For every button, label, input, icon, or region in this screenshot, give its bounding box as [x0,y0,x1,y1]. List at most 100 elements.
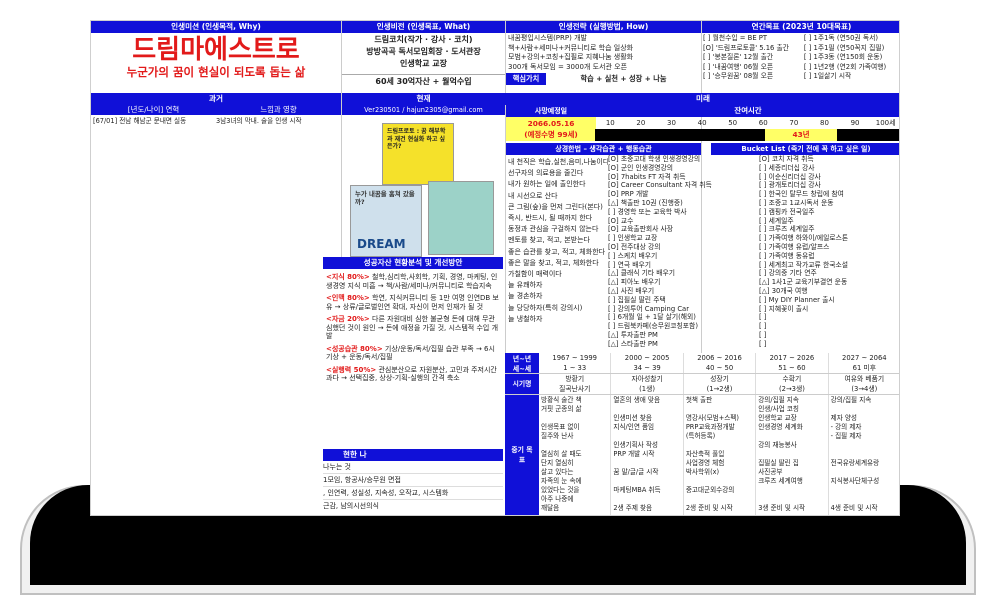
vision-lines: 드림코치(작가 · 강사 · 코치) 방방곡곡 독서모임회장 · 도서관장 인생… [342,34,505,70]
goal-line: PRP 개발 시작 [613,450,655,458]
goal-line [758,486,825,495]
era-3: 성장기 [684,374,757,384]
goal-line [541,414,608,423]
timeline-label-years: 년~년 [512,355,532,363]
goals-grid: 방황식 술간 책 거핏 군종의 삶 인생목표 없이 질주와 난사 열심히 살 때도 단지 … [539,395,899,515]
goal-line: 집필실 딸린 집 [758,459,799,467]
goal-line [686,405,753,414]
goal-line: 강의 재능봉사 [758,441,797,449]
goal-column-1: 방황식 술간 책 거핏 군종의 삶 인생목표 없이 질주와 난사 열심히 살 때도 단지 … [539,395,612,515]
bucket-item: [ ] 광개토리더십 강사 [759,181,821,190]
age-30: 30 [667,119,676,127]
bucket-item: [ ] 세계최고 작가교류 한국소설 [759,260,848,269]
past-row-impact: 3남3녀의 막내. 술을 인생 시작 [216,117,302,125]
habit-8: 멘토를 찾고, 적고, 본받는다 [508,236,590,245]
era-label: 시기명 [505,374,539,394]
goal-line [686,495,753,504]
goal-column-5: 강의/집필 지속 제자 양성 - 강의 제자 - 집필 제자 전국유랑세계유랑 지식봉사단… [829,395,899,515]
habits-list: 내 천직은 학습,실천,음미,나눔이다 선구자의 의료용을 줄긴다 내가 원하는… [508,157,608,325]
era-sub-4: (2→3생) [756,384,829,394]
goal-line: 2생 주제 찾음 [613,504,653,512]
habit-5: 큰 그림(숲)을 먼저 그린다(본다) [508,202,603,211]
goal-line: 살고 있다는 [541,468,574,476]
book-2-title: 누가 내꿈을 훔쳐 갔을까? [355,190,415,206]
current-me-line-2: 1모임, 항공사/승무원 면접 [323,474,503,487]
age-20: 20 [636,119,646,127]
strategy-lines: 내꿈평입시스템(PRP) 개발 책+사람+세미나+커뮤니티로 학습 일상화 모범… [506,33,701,73]
current-me-lines: 나누는 것 1모임, 항공사/승무원 면접 , 인연력, 성실성, 지속성, 오… [323,461,503,512]
goal-line: 자산축적 풀입 [685,450,725,458]
habit-13: 늘 경손하자 [508,292,543,301]
goal-line [831,486,898,495]
annual-goal-1: [ ] 월천수입 = BE PT [703,34,768,42]
future-header: 미래 [505,93,899,105]
past-col-year: [년도/나이] 연혁 [127,105,180,114]
habit-1: 내 천직은 학습,실천,음미,나눔이다 [508,158,608,166]
goal-line [831,468,898,477]
habit-10: 좋은 말을 찾고, 적고, 체화한다 [508,258,599,267]
goal-line [613,459,680,468]
goal-line: 크루즈 세계여행 [758,477,803,485]
habit-15: 늘 냉철하자 [508,314,543,323]
bucket-item: [ ] 지혜꽃이 출시 [759,304,809,313]
habit-7: 동정과 관심을 구걸하지 않는다 [508,225,599,234]
bucket-item: [ ] [759,339,767,348]
timeline-table: 년~년 세~세 1967 ~ 1999 2000 ~ 2005 2006 ~ 2… [505,353,899,515]
annual-goal-8: [ ] 1주3동 (연150회 운동) [803,53,883,61]
era-5: 여유와 베품기 [829,374,899,384]
vision-line-3: 인생학교 교장 [400,59,447,68]
bucket-item: [△] 책출판 10권 (진행중) [608,198,683,207]
timeline-label: 년~년 세~세 [505,353,539,373]
goal-line: 인생목표 없이 [541,423,580,431]
annual-goals: [ ] 월천수입 = BE PT [O] '드림프로토콜' 5.16 출간 [ … [702,33,899,83]
strategy-line-2: 책+사람+세미나+커뮤니티로 학습 일상화 [508,43,634,52]
habit-3: 내가 원하는 일에 출인한다 [508,180,586,189]
goal-line: 방황식 술간 책 [541,396,582,404]
book-1-title: 드림프로토 : 꿈 해부학과 재건 현실화 하고 싶은가? [387,128,446,150]
goal-line: 있었다는 것을 [541,486,580,494]
period-2: 2000 ~ 2005 [611,353,684,363]
bucket-item: [O] 군인 인생경영강의 [608,163,673,172]
age-scale: 10 20 30 40 50 60 70 80 90 100세 [595,117,899,129]
goal-column-3: 첫책 출판 명강사(모범+스펙) PRP교육과정개발 (특허등록) 자산축적 풀입 사업경… [684,395,757,515]
goal-line [686,441,753,450]
death-date-box: 2066.05.16 (예정수명 99세) [506,117,596,141]
goal-line [613,405,680,414]
death-date: 2066.05.16 [527,119,575,128]
bucket-item: [ ] [759,330,767,339]
goal-line: 지식/인연 품임 [613,423,655,431]
annual-goal-7: [ ] 1주1필 (연50꼭지 집필) [803,43,885,52]
goal-line: 깨달음 [541,504,560,512]
elapsed-bar [595,129,765,141]
asset-title-3: <자금 20%> [326,315,370,324]
age-range-3: 40 ~ 50 [684,363,757,373]
goal-line: 사업경영 체험 [685,459,725,467]
goal-label: 중기 목표 [505,395,539,515]
habit-4: 내 시선으로 산다 [508,191,558,200]
goal-line [831,405,898,414]
goal-line: 4생 준비 및 시작 [830,504,878,512]
beyond-bar [837,129,899,141]
goal-line: (특허등록) [685,432,716,440]
age-50: 50 [728,119,738,127]
goal-column-2: 열혼의 생애 맞음 인생미션 찾음 지식/인연 품임 인생기획사 작성 PRP 개발 시… [611,395,684,515]
goal-line: - 집필 제자 [830,432,862,440]
age-range-2: 34 ~ 39 [611,363,684,373]
asset-item-5: <실행력 50%> 관심분산으로 자원분산, 고민과 주저시간 과다 → 선택집… [326,366,500,383]
bucket-item: [ ] 세종리더십 강사 [759,163,815,172]
bucket-header: Bucket List (죽기 전에 꼭 하고 싶은 일) [711,143,899,155]
bucket-item: [O] 코치 자격 취득 [759,155,814,163]
bucket-item: [ ] [759,322,767,331]
age-100: 100세 [875,119,896,127]
bucket-item: [△] 피아노 배우기 [608,278,661,287]
era-1: 방황기 [539,374,612,384]
goal-line: 열혼의 생애 맞음 [613,396,661,404]
bucket-item: [ ] 이순신리더십 강사 [759,172,821,181]
asset-item-4: <성공습관 80%> 기상/운동/독서/집필 습관 부족 → 6시기상 + 운동… [326,345,500,362]
bucket-list-left: [O] 초중고대 학생 인생경영강의 [O] 군인 인생경영강의 [O] 7ha… [608,155,756,349]
assets-panel: 성공자산 현황분석 및 개선방안 <지식 80%> 철학,심리학,사회학, 기획… [323,257,503,453]
age-40: 40 [697,119,707,127]
asset-item-3: <자금 20%> 다른 자원대비 심한 불균형 돈에 대해 무관심했던 것이 원… [326,315,500,341]
age-60: 60 [758,119,768,127]
bucket-item: [ ] 강의투어 Camping Car [608,304,690,313]
